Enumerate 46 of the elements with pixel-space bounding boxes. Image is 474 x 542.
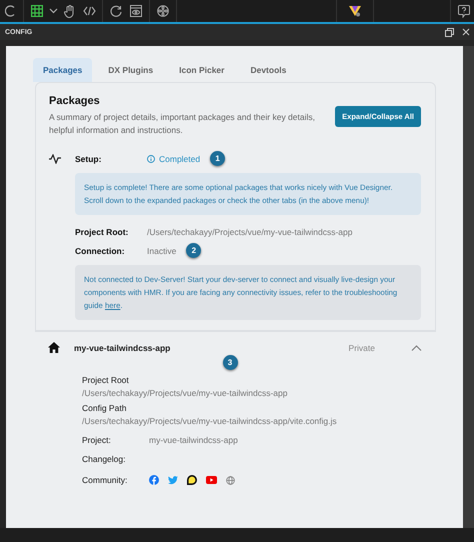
help-icon[interactable] <box>458 4 470 18</box>
field-label: Setup: <box>75 154 102 164</box>
field-value: /Users/techakayy/Projects/vue/my-vue-tailwindcss-app <box>147 227 352 237</box>
field-value: my-vue-tailwindcss-app <box>149 435 238 445</box>
field-label: Project: <box>82 435 112 445</box>
field-label: Project Root: <box>75 227 130 237</box>
callout-marker: 3 <box>222 355 238 370</box>
code-icon[interactable] <box>82 6 96 16</box>
field-label: Connection: <box>75 246 126 256</box>
globe-icon[interactable] <box>226 476 235 484</box>
field-label: Changelog: <box>82 454 126 464</box>
preview-icon[interactable] <box>130 5 142 17</box>
pulse-icon <box>49 154 61 164</box>
reload-icon[interactable] <box>110 5 122 17</box>
logo-icon[interactable] <box>349 5 361 17</box>
tab[interactable]: DX Plugins <box>98 58 164 82</box>
field-value: /Users/techakayy/Projects/vue/my-vue-tailwindcss-app/vite.config.js <box>82 416 338 426</box>
field-value: Inactive <box>147 246 176 256</box>
tab[interactable]: Devtools <box>240 58 296 82</box>
field-label: Project Root <box>82 375 130 385</box>
field-label: Config Path <box>82 403 128 413</box>
info-icon <box>147 154 155 162</box>
close-icon[interactable] <box>462 28 470 36</box>
scrollbar[interactable] <box>463 46 474 528</box>
callout-marker: 1 <box>210 151 226 166</box>
package-name: my-vue-tailwindcss-app <box>74 342 172 352</box>
field-value: /Users/techakayy/Projects/vue/my-vue-tailwindcss-app <box>82 388 288 398</box>
wheel-icon[interactable] <box>157 5 169 17</box>
callout-marker: 2 <box>186 243 202 258</box>
chevron-down-icon[interactable] <box>48 8 58 14</box>
section-description: A summary of project details, important packages and their key details, helpful information and instructions. <box>49 111 316 137</box>
restore-icon[interactable] <box>445 28 454 36</box>
chevron-up-icon[interactable] <box>411 344 422 350</box>
refresh-icon[interactable] <box>5 5 15 17</box>
status-text: Completed <box>159 154 200 164</box>
visibility-label: Private <box>348 342 375 352</box>
chat-bubble-icon[interactable] <box>187 475 197 485</box>
field-label: Community: <box>82 475 128 485</box>
tab[interactable]: Icon Picker <box>169 58 234 82</box>
hand-icon[interactable] <box>64 4 74 18</box>
tab[interactable]: Packages <box>33 58 92 82</box>
section-title: Packages <box>49 95 101 107</box>
play-icon[interactable] <box>206 476 217 484</box>
facebook-icon[interactable] <box>149 475 159 485</box>
layout-grid-icon[interactable] <box>31 5 43 17</box>
home-icon <box>48 342 60 353</box>
